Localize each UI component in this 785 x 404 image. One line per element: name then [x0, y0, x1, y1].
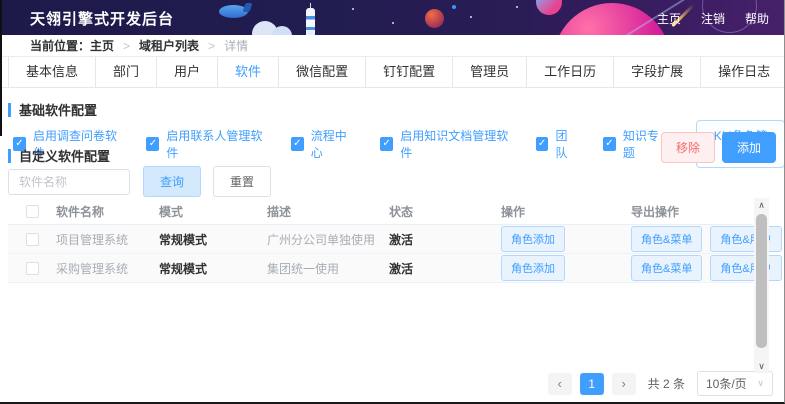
row-checkbox[interactable] [25, 261, 39, 275]
role-menu-export-button[interactable]: 角色&菜单 [631, 226, 703, 252]
chevron-right-icon: › [621, 376, 626, 391]
page-size-value: 10条/页 [706, 377, 747, 391]
checkbox-knowledge-doc-software[interactable]: ✓ 启用知识文档管理软件 [380, 127, 509, 161]
next-page-button[interactable]: › [611, 372, 636, 395]
software-desc: 广州分公司单独使用 [267, 232, 376, 247]
page-size-select[interactable]: 10条/页 ∨ [697, 371, 773, 396]
checkbox-checked-icon[interactable]: ✓ [603, 137, 616, 151]
query-button[interactable]: 查询 [143, 166, 202, 197]
column-header-export: 导出操作 [631, 204, 680, 219]
software-name: 采购管理系统 [56, 261, 129, 276]
scroll-up-icon[interactable]: ∧ [754, 198, 769, 212]
column-header-name: 软件名称 [56, 204, 105, 219]
scroll-down-icon[interactable]: ∨ [754, 359, 769, 373]
basic-software-section-title: 基础软件配置 [8, 100, 97, 119]
tab-wechat-config[interactable]: 微信配置 [279, 57, 367, 87]
column-header-operation: 操作 [501, 204, 526, 219]
role-add-button[interactable]: 角色添加 [501, 226, 565, 252]
table-header-row: 软件名称 模式 描述 状态 操作 导出操作 [8, 198, 753, 225]
add-button[interactable]: 添加 [721, 132, 776, 163]
software-desc: 集团统一使用 [267, 261, 340, 276]
reset-button[interactable]: 重置 [213, 166, 272, 197]
nav-help-link[interactable]: 帮助 [745, 10, 769, 27]
table-row: 采购管理系统 常规模式 集团统一使用 激活 角色添加 角色&菜单 角色&用户 [8, 254, 782, 283]
software-table: 软件名称 模式 描述 状态 操作 导出操作 项目管理系统 常规模式 广州分公司单… [8, 198, 782, 283]
checkbox-checked-icon[interactable]: ✓ [290, 137, 304, 151]
tab-department[interactable]: 部门 [96, 57, 158, 87]
prev-page-button[interactable]: ‹ [547, 372, 572, 395]
tab-user[interactable]: 用户 [157, 57, 219, 87]
checkbox-checked-icon[interactable]: ✓ [146, 137, 160, 151]
breadcrumb-separator: > [123, 38, 131, 53]
breadcrumb: 当前位置： 主页 > 域租户列表 > 详情 [0, 35, 785, 57]
planet-icon [425, 9, 444, 28]
checkbox-team[interactable]: ✓ 团队 [535, 127, 577, 161]
checkbox-checked-icon[interactable]: ✓ [535, 137, 549, 151]
software-status: 激活 [389, 261, 414, 276]
column-header-desc: 描述 [267, 204, 292, 219]
search-bar: 查询 重置 [8, 166, 272, 197]
software-status: 激活 [389, 232, 414, 247]
scrollbar-thumb[interactable] [756, 214, 767, 348]
lighthouse-icon [306, 8, 315, 35]
checkbox-process-center[interactable]: ✓ 流程中心 [290, 127, 354, 161]
column-header-mode: 模式 [159, 204, 184, 219]
checkbox-knowledge-topic[interactable]: ✓ 知识专题 [603, 127, 666, 161]
tab-basic-info[interactable]: 基本信息 [8, 57, 97, 87]
custom-software-section-title: 自定义软件配置 [8, 146, 110, 165]
checkbox-contact-software[interactable]: ✓ 启用联系人管理软件 [146, 127, 264, 161]
software-name-input[interactable] [8, 168, 130, 195]
tab-operation-log[interactable]: 操作日志 [701, 57, 785, 87]
nav-home-link[interactable]: 主页 [657, 10, 681, 27]
breadcrumb-home[interactable]: 主页 [90, 37, 114, 54]
star-icon [392, 22, 394, 24]
total-count-label: 共 2 条 [647, 377, 685, 391]
star-icon [470, 16, 472, 18]
app-title: 天翎引擎式开发后台 [30, 11, 175, 28]
tab-admin[interactable]: 管理员 [453, 57, 528, 87]
select-all-checkbox[interactable] [25, 204, 39, 218]
chevron-left-icon: ‹ [557, 376, 562, 391]
header-nav: 主页 注销 帮助 [657, 10, 769, 27]
cloud-icon [272, 26, 292, 35]
role-add-button[interactable]: 角色添加 [501, 255, 565, 281]
tab-dingtalk-config[interactable]: 钉钉配置 [366, 57, 454, 87]
remove-button[interactable]: 移除 [660, 132, 715, 163]
breadcrumb-prefix: 当前位置： [30, 39, 91, 53]
star-icon [352, 8, 354, 10]
blimp-icon [242, 3, 253, 12]
chevron-down-icon: ∨ [757, 378, 764, 388]
nav-logout-link[interactable]: 注销 [701, 10, 725, 27]
role-user-export-button[interactable]: 角色&用户 [710, 255, 782, 281]
vertical-scrollbar[interactable]: ∧ ∨ [754, 198, 769, 373]
tab-bar: 基本信息 部门 用户 软件 微信配置 钉钉配置 管理员 工作日历 字段扩展 操作… [0, 57, 785, 88]
breadcrumb-tenant-list[interactable]: 域租户列表 [139, 37, 199, 54]
checkbox-checked-icon[interactable]: ✓ [380, 137, 394, 151]
role-user-export-button[interactable]: 角色&用户 [710, 226, 782, 252]
software-mode: 常规模式 [159, 232, 208, 247]
tab-work-calendar[interactable]: 工作日历 [527, 57, 615, 87]
pagination: ‹ 1 › 共 2 条 10条/页 ∨ [547, 371, 773, 396]
tab-field-extension[interactable]: 字段扩展 [614, 57, 702, 87]
role-menu-export-button[interactable]: 角色&菜单 [631, 255, 703, 281]
software-name: 项目管理系统 [56, 232, 129, 247]
breadcrumb-separator: > [208, 38, 216, 53]
tab-software[interactable]: 软件 [218, 57, 280, 87]
table-actions: 移除 添加 [660, 132, 776, 163]
software-mode: 常规模式 [159, 261, 208, 276]
planet-icon [536, 0, 562, 15]
star-icon [452, 5, 456, 9]
app-header: 天翎引擎式开发后台 主页 注销 帮助 [0, 0, 785, 35]
table-row: 项目管理系统 常规模式 广州分公司单独使用 激活 角色添加 角色&菜单 角色&用… [8, 225, 782, 254]
star-icon [516, 6, 518, 8]
column-header-status: 状态 [389, 204, 414, 219]
lighthouse-icon [310, 3, 311, 9]
window-edge [0, 0, 2, 136]
row-checkbox[interactable] [25, 232, 39, 246]
page-number-1[interactable]: 1 [579, 372, 604, 395]
breadcrumb-detail: 详情 [224, 39, 249, 53]
